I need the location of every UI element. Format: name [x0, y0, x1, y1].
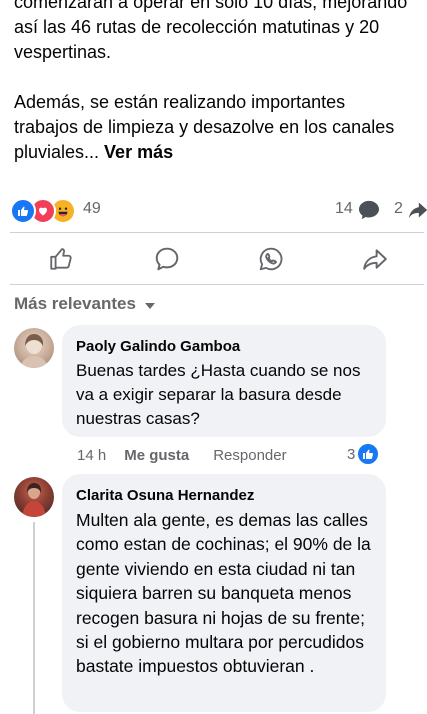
like-icon: [357, 443, 380, 465]
comment-timestamp[interactable]: 14 h: [77, 447, 106, 464]
reaction-icons[interactable]: [10, 198, 82, 224]
comment-author[interactable]: Clarita Osuna Hernandez: [76, 486, 372, 506]
share-button[interactable]: [360, 246, 390, 276]
comment-bubble: Paoly Galindo Gamboa Buenas tardes ¿Hast…: [62, 325, 386, 437]
post-paragraph-2: Además, se están realizando importantes …: [14, 90, 414, 165]
divider: [10, 232, 424, 233]
reactions-summary: 49 14 2: [10, 196, 427, 224]
comment-like-count[interactable]: 3: [347, 443, 380, 465]
avatar[interactable]: [14, 477, 54, 517]
comment-like-button[interactable]: Me gusta: [124, 447, 189, 464]
caret-down-icon: [144, 297, 156, 315]
divider: [10, 284, 424, 285]
action-bar: [0, 240, 427, 280]
comment-button[interactable]: [152, 246, 182, 276]
whatsapp-icon: [258, 246, 284, 277]
comment-count[interactable]: 14: [335, 200, 353, 218]
like-icon: [10, 198, 36, 224]
comment-sort-dropdown[interactable]: Más relevantes: [14, 292, 156, 316]
post-paragraph-1: comenzarán a operar en solo 10 días, mej…: [14, 0, 408, 62]
comment-bubble: Clarita Osuna Hernandez Multen ala gente…: [62, 474, 386, 712]
comment-text: Buenas tardes ¿Hasta cuando se nos va a …: [76, 361, 361, 428]
comment-reply-button[interactable]: Responder: [213, 447, 286, 464]
sort-label: Más relevantes: [14, 294, 136, 313]
reply-thread-line: [33, 522, 35, 714]
comment-like-count-value: 3: [347, 445, 356, 463]
post-paragraph-2-text: Además, se están realizando importantes …: [14, 92, 395, 162]
see-more-link[interactable]: Ver más: [104, 142, 173, 162]
comment-icon: [154, 246, 180, 277]
avatar[interactable]: [14, 328, 54, 368]
comment-author[interactable]: Paoly Galindo Gamboa: [76, 337, 372, 357]
share-count-icon: [408, 200, 427, 225]
post-body: comenzarán a operar en solo 10 días, mej…: [14, 0, 414, 165]
share-count[interactable]: 2: [394, 200, 403, 218]
thumbs-up-icon: [48, 246, 74, 277]
comment-actions: 14 h Me gusta Responder: [77, 444, 287, 466]
reaction-count[interactable]: 49: [83, 200, 101, 218]
like-button[interactable]: [46, 246, 76, 276]
whatsapp-share-button[interactable]: [256, 246, 286, 276]
comment-text: Multen ala gente, es demas las calles co…: [76, 510, 371, 677]
share-icon: [362, 246, 388, 277]
comment-count-icon: [358, 200, 380, 225]
